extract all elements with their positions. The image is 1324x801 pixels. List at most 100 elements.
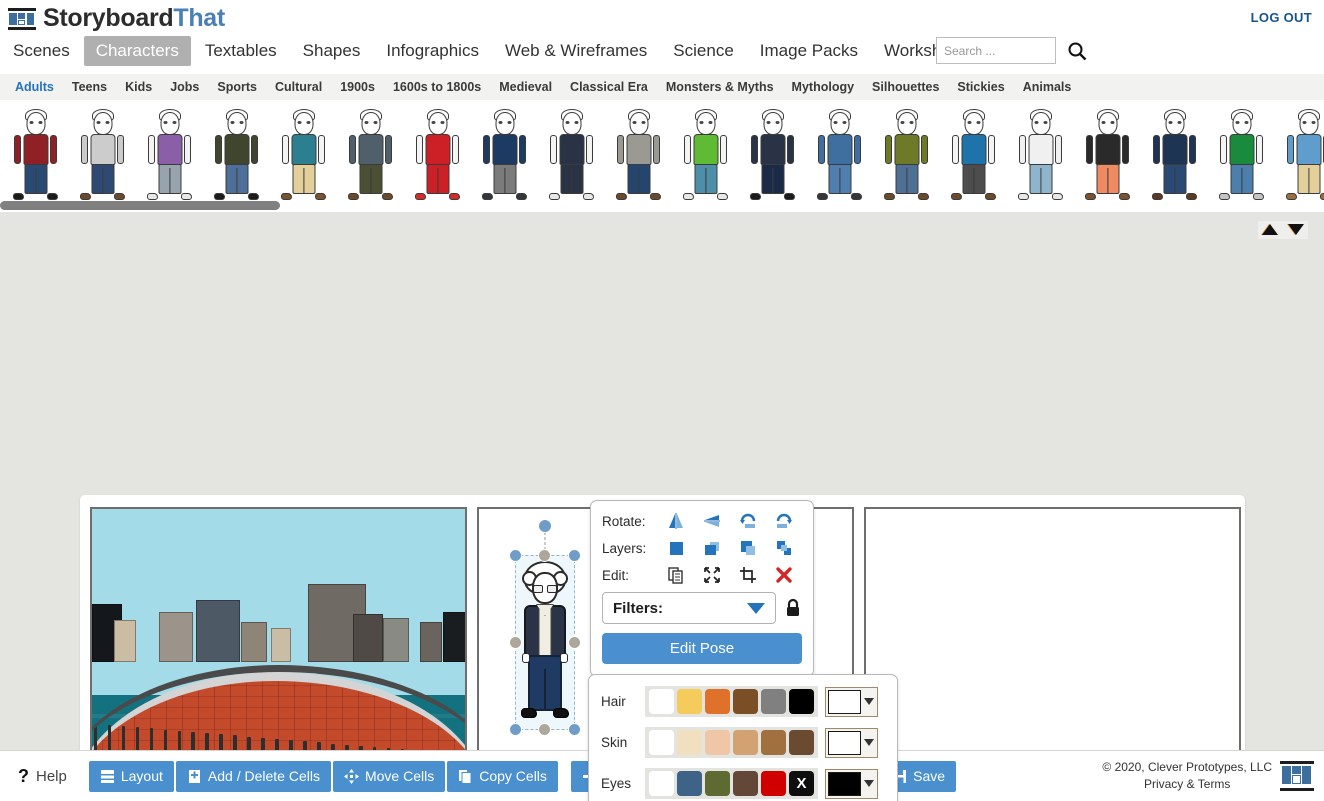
log-out-link[interactable]: LOG OUT [1251,10,1312,25]
character-asset-18[interactable] [1141,108,1208,204]
character-asset-1[interactable] [2,108,69,204]
subnav-item-sports[interactable]: Sports [208,77,266,97]
character-asset-10[interactable] [605,108,672,204]
swatch-hair-5[interactable] [761,689,786,714]
search-input[interactable] [936,37,1056,64]
filters-dropdown[interactable]: Filters: [602,592,776,624]
search-icon[interactable] [1066,40,1088,62]
resize-handle-middle-left[interactable] [509,636,522,649]
subnav-item-cultural[interactable]: Cultural [266,77,331,97]
bring-to-front-icon[interactable] [658,538,694,558]
selected-character-object[interactable] [515,555,575,730]
layout-button[interactable]: Layout [89,761,174,792]
scroll-up-button[interactable] [1262,223,1278,237]
character-asset-17[interactable] [1074,108,1141,204]
nav-item-web-wireframes[interactable]: Web & Wireframes [493,36,659,66]
subnav-item-animals[interactable]: Animals [1014,77,1081,97]
subnav-item-mythology[interactable]: Mythology [783,77,864,97]
nav-item-shapes[interactable]: Shapes [291,36,373,66]
resize-handle-top-center[interactable] [538,549,551,562]
rotation-handle[interactable] [538,519,552,533]
resize-handle-bottom-right[interactable] [568,723,581,736]
scrollbar-thumb[interactable] [0,201,280,210]
character-asset-12[interactable] [739,108,806,204]
swatch-skin-6[interactable] [789,730,814,755]
copy-icon[interactable] [658,565,694,585]
current-color-dropdown-skin[interactable] [825,728,878,758]
swatch-eyes-5[interactable] [761,771,786,796]
swatch-hair-6[interactable] [789,689,814,714]
scroll-down-button[interactable] [1288,223,1304,237]
crop-icon[interactable] [730,565,766,585]
flip-vertical-icon[interactable] [694,511,730,531]
subnav-item-stickies[interactable]: Stickies [948,77,1013,97]
swatch-eyes-6[interactable]: X [789,771,814,796]
character-asset-9[interactable] [538,108,605,204]
move-cells-button[interactable]: Move Cells [333,761,445,792]
character-asset-5[interactable] [270,108,337,204]
swatch-skin-5[interactable] [761,730,786,755]
character-asset-19[interactable] [1208,108,1275,204]
resize-handle-bottom-center[interactable] [538,723,551,736]
swatch-hair-1[interactable] [649,689,674,714]
brand-logo-group[interactable]: StoryboardThat [8,4,225,33]
swatch-eyes-1[interactable] [649,771,674,796]
subnav-item-medieval[interactable]: Medieval [490,77,561,97]
swatch-eyes-2[interactable] [677,771,702,796]
subnav-item-1600s-to-1800s[interactable]: 1600s to 1800s [384,77,490,97]
footer-logo-icon[interactable] [1280,761,1314,791]
resize-handle-top-right[interactable] [568,549,581,562]
resize-handle-middle-right[interactable] [568,636,581,649]
character-asset-13[interactable] [806,108,873,204]
nav-item-infographics[interactable]: Infographics [374,36,491,66]
character-asset-3[interactable] [136,108,203,204]
nav-item-science[interactable]: Science [661,36,745,66]
nav-item-characters[interactable]: Characters [84,36,191,66]
subnav-item-teens[interactable]: Teens [63,77,116,97]
nav-item-scenes[interactable]: Scenes [1,36,82,66]
subnav-item-kids[interactable]: Kids [116,77,161,97]
resize-handle-top-left[interactable] [509,549,522,562]
subnav-item-1900s[interactable]: 1900s [331,77,384,97]
character-asset-6[interactable] [337,108,404,204]
character-asset-16[interactable] [1007,108,1074,204]
rotate-left-icon[interactable] [730,511,766,531]
current-color-dropdown-hair[interactable] [825,687,878,717]
character-asset-14[interactable] [873,108,940,204]
bring-forward-icon[interactable] [694,538,730,558]
rotate-right-icon[interactable] [766,511,802,531]
character-asset-7[interactable] [404,108,471,204]
character-asset-8[interactable] [471,108,538,204]
nav-item-textables[interactable]: Textables [193,36,289,66]
character-asset-2[interactable] [69,108,136,204]
character-asset-11[interactable] [672,108,739,204]
privacy-terms-link[interactable]: Privacy & Terms [1102,776,1272,793]
lock-icon[interactable] [784,598,802,618]
swatch-skin-1[interactable] [649,730,674,755]
swatch-hair-3[interactable] [705,689,730,714]
subnav-item-classical-era[interactable]: Classical Era [561,77,657,97]
subnav-item-adults[interactable]: Adults [6,77,63,97]
character-asset-4[interactable] [203,108,270,204]
asset-strip-scrollbar[interactable] [0,201,1324,210]
help-button[interactable]: ? Help [18,766,67,787]
swatch-hair-4[interactable] [733,689,758,714]
swatch-hair-2[interactable] [677,689,702,714]
character-asset-20[interactable] [1275,108,1324,204]
character-asset-15[interactable] [940,108,1007,204]
delete-icon[interactable] [766,565,802,585]
add-delete-cells-button[interactable]: Add / Delete Cells [176,761,331,792]
copy-cells-button[interactable]: Copy Cells [447,761,558,792]
edit-pose-button[interactable]: Edit Pose [602,633,802,664]
swatch-skin-4[interactable] [733,730,758,755]
swatch-eyes-4[interactable] [733,771,758,796]
send-to-back-icon[interactable] [766,538,802,558]
nav-item-image-packs[interactable]: Image Packs [748,36,870,66]
resize-handle-bottom-left[interactable] [509,723,522,736]
flip-horizontal-icon[interactable] [658,511,694,531]
subnav-item-jobs[interactable]: Jobs [161,77,208,97]
swatch-eyes-3[interactable] [705,771,730,796]
current-color-dropdown-eyes[interactable] [825,769,878,799]
resize-icon[interactable] [694,565,730,585]
swatch-skin-3[interactable] [705,730,730,755]
